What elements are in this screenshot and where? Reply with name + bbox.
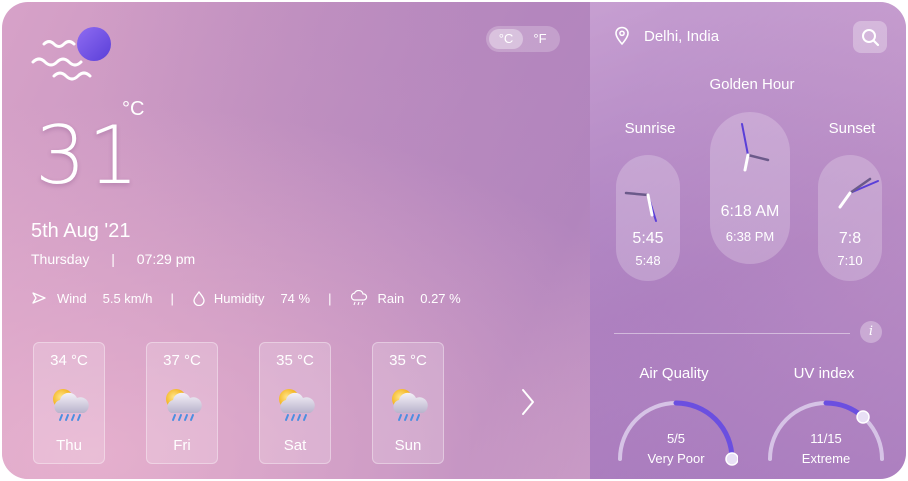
weather-card: °C °F 31 °C 5th Aug '21 Thursday | 07:29…	[2, 2, 906, 479]
golden-hour-title: Golden Hour	[709, 76, 795, 93]
forecast-day: Fri	[173, 437, 191, 454]
golden-hour-primary: 6:18 AM	[720, 203, 780, 220]
current-temperature: 31	[35, 109, 141, 202]
cloud-sun-rain-icon	[52, 388, 90, 421]
cloud-sun-rain-icon	[278, 388, 316, 421]
celsius-option[interactable]: °C	[489, 29, 523, 49]
uv-index-value: 11/15	[810, 431, 842, 446]
humidity-label: Humidity	[213, 290, 265, 306]
location-name: Delhi, India	[644, 27, 720, 45]
search-button[interactable]	[853, 21, 887, 53]
sunrise-secondary: 5:48	[635, 253, 661, 268]
sunset-secondary: 7:10	[837, 253, 863, 268]
sunset-label: Sunset	[828, 120, 876, 137]
forecast-temp: 35 °C	[276, 352, 314, 369]
forecast-day: Thu	[56, 437, 82, 454]
moon-waves-icon	[31, 27, 111, 81]
fahrenheit-option[interactable]: °F	[523, 29, 557, 49]
sunset-primary: 7:8	[838, 230, 862, 247]
forecast-temp: 37 °C	[163, 352, 201, 369]
golden-hour-secondary: 6:38 PM	[725, 229, 775, 244]
temperature-unit: °C	[122, 98, 145, 120]
sunset-clock-pill: 7:8 7:10	[818, 155, 882, 281]
forecast-temp: 35 °C	[389, 352, 427, 369]
cloud-sun-rain-icon	[391, 388, 429, 421]
uv-index-label: UV index	[793, 365, 855, 382]
separator: |	[170, 290, 174, 306]
gauge-knob	[856, 410, 870, 424]
sunrise-primary: 5:45	[632, 230, 664, 247]
wind-icon	[32, 292, 46, 304]
weather-stats: Wind 5.5 km/h | Humidity 74 % | Rain 0.2…	[31, 290, 461, 306]
rain-label: Rain	[377, 290, 405, 306]
golden-hour-clock-hands	[741, 123, 770, 172]
separator: |	[111, 251, 115, 267]
forecast-day: Sun	[394, 437, 422, 454]
forecast-card-thu[interactable]: 34 °C Thu	[33, 342, 105, 464]
chevron-right-icon[interactable]	[520, 388, 536, 416]
rain-cloud-icon	[351, 290, 368, 306]
wind-label: Wind	[57, 290, 87, 306]
current-time: 07:29 pm	[136, 251, 196, 267]
sunrise-label: Sunrise	[624, 120, 676, 137]
day-time-row: Thursday | 07:29 pm	[31, 251, 195, 267]
location-pin-icon	[615, 26, 629, 46]
forecast-card-sat[interactable]: 35 °C Sat	[259, 342, 331, 464]
air-quality-value: 5/5	[666, 431, 686, 446]
forecast-temp: 34 °C	[50, 352, 88, 369]
rain-value: 0.27 %	[420, 290, 461, 306]
divider	[614, 333, 850, 334]
air-quality-label: Air Quality	[639, 365, 709, 382]
forecast-card-sun[interactable]: 35 °C Sun	[372, 342, 444, 464]
golden-hour-clock-pill: 6:18 AM 6:38 PM	[710, 112, 790, 264]
sunrise-clock-hands	[624, 191, 657, 222]
forecast-card-fri[interactable]: 37 °C Fri	[146, 342, 218, 464]
cloud-sun-rain-icon	[165, 388, 203, 421]
search-icon	[862, 29, 880, 47]
wind-value: 5.5 km/h	[102, 290, 153, 306]
forecast-day: Sat	[283, 437, 307, 454]
info-icon[interactable]: i	[860, 321, 882, 343]
unit-toggle: °C °F	[486, 26, 560, 52]
sunset-clock-hands	[838, 177, 879, 209]
uv-index-status: Extreme	[801, 451, 851, 466]
current-date: 5th Aug '21	[31, 220, 131, 242]
separator: |	[328, 290, 332, 306]
humidity-icon	[193, 290, 205, 306]
sunrise-clock-pill: 5:45 5:48	[616, 155, 680, 281]
air-quality-status: Very Poor	[647, 451, 705, 466]
humidity-value: 74 %	[280, 290, 311, 306]
weekday: Thursday	[31, 251, 90, 267]
location: Delhi, India	[614, 26, 719, 46]
